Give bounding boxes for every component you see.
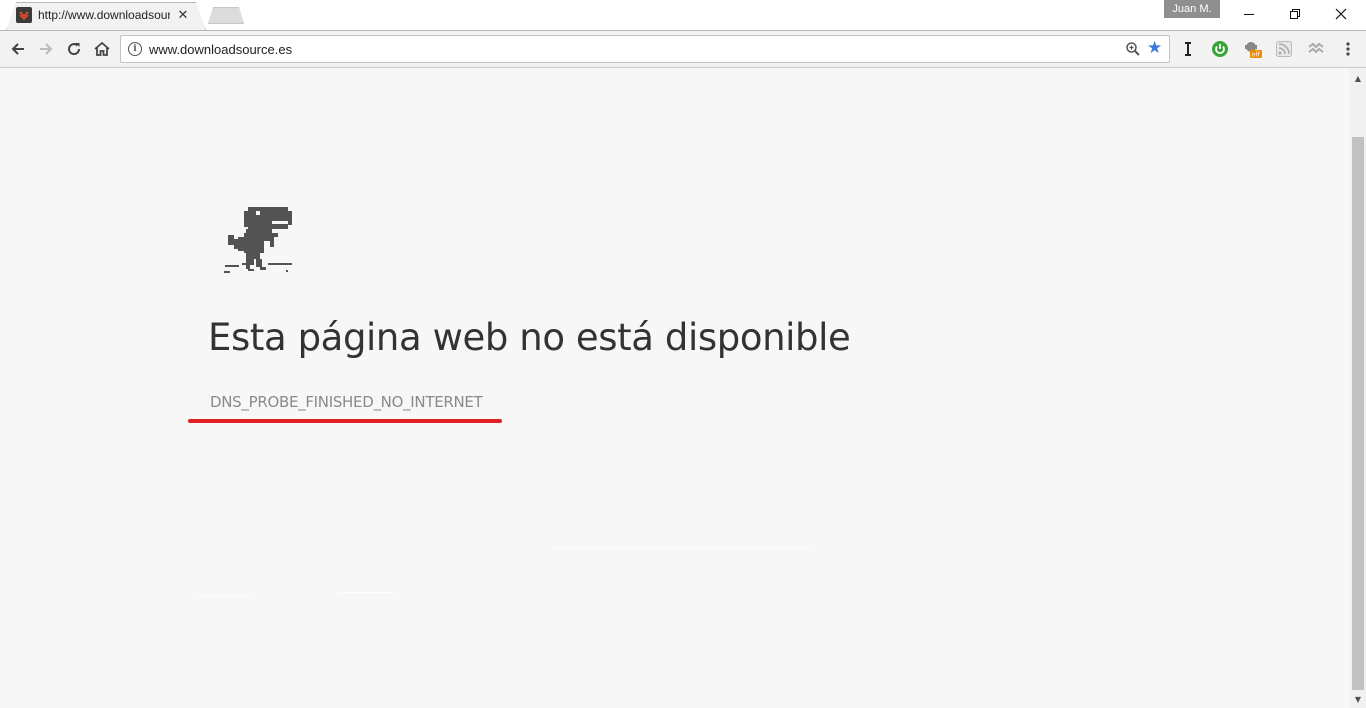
- home-icon[interactable]: [90, 37, 114, 61]
- dino-icon: [224, 205, 296, 279]
- back-icon[interactable]: [6, 37, 30, 61]
- scroll-up-icon[interactable]: ▲: [1350, 70, 1366, 86]
- extension-off-icon[interactable]: off: [1242, 39, 1262, 59]
- divider: [196, 596, 251, 597]
- bookmark-star-icon[interactable]: ★: [1147, 40, 1162, 57]
- tab-contents[interactable]: http://www.downloadsource.es ✕: [14, 2, 199, 28]
- error-title: Esta página web no está disponible: [208, 316, 851, 359]
- green-power-icon[interactable]: [1210, 39, 1230, 59]
- divider: [340, 592, 395, 593]
- restore-button[interactable]: [1272, 0, 1318, 28]
- error-code: DNS_PROBE_FINISHED_NO_INTERNET: [210, 393, 483, 411]
- profile-button[interactable]: Juan M.: [1164, 0, 1220, 18]
- scroll-thumb[interactable]: [1352, 137, 1364, 690]
- svg-text:off: off: [1252, 51, 1261, 59]
- new-tab-button[interactable]: [208, 7, 244, 24]
- annotation-underline: [188, 419, 502, 423]
- menu-icon[interactable]: [1338, 39, 1358, 59]
- puzzle-icon[interactable]: [1306, 39, 1326, 59]
- i-extension-icon[interactable]: [1178, 39, 1198, 59]
- site-favicon-icon: [16, 7, 32, 23]
- scroll-down-icon[interactable]: ▼: [1350, 691, 1366, 707]
- address-bar[interactable]: i www.downloadsource.es ★: [120, 35, 1170, 63]
- zoom-icon[interactable]: [1125, 41, 1141, 61]
- rss-icon[interactable]: [1274, 39, 1294, 59]
- page-content: [0, 69, 1350, 708]
- title-bar: http://www.downloadsource.es ✕ Juan M.: [0, 0, 1366, 30]
- divider: [552, 548, 812, 549]
- reload-icon[interactable]: [62, 37, 86, 61]
- info-icon[interactable]: i: [128, 42, 142, 56]
- forward-icon[interactable]: [34, 37, 58, 61]
- tab-title: http://www.downloadsource.es: [38, 8, 170, 22]
- url-text[interactable]: www.downloadsource.es: [149, 42, 292, 57]
- browser-toolbar: i www.downloadsource.es ★ off: [0, 30, 1366, 68]
- tab-close-icon[interactable]: ✕: [176, 8, 190, 23]
- minimize-button[interactable]: [1226, 0, 1272, 28]
- close-window-button[interactable]: [1318, 0, 1364, 28]
